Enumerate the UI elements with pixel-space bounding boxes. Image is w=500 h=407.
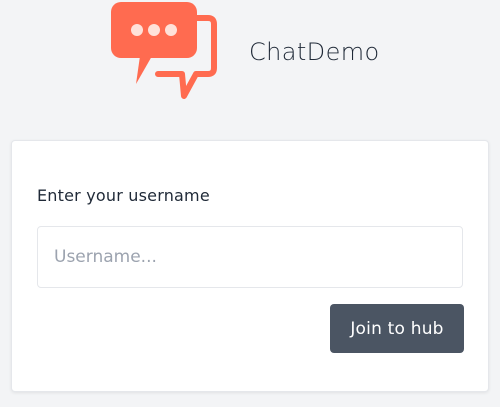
app-title: ChatDemo	[249, 38, 380, 66]
username-label: Enter your username	[37, 186, 210, 205]
brand-header: ChatDemo	[0, 0, 500, 112]
join-hub-button[interactable]: Join to hub	[330, 304, 464, 353]
chat-bubbles-icon	[100, 0, 225, 110]
login-card: Enter your username Join to hub	[11, 140, 489, 392]
username-input[interactable]	[37, 226, 463, 288]
